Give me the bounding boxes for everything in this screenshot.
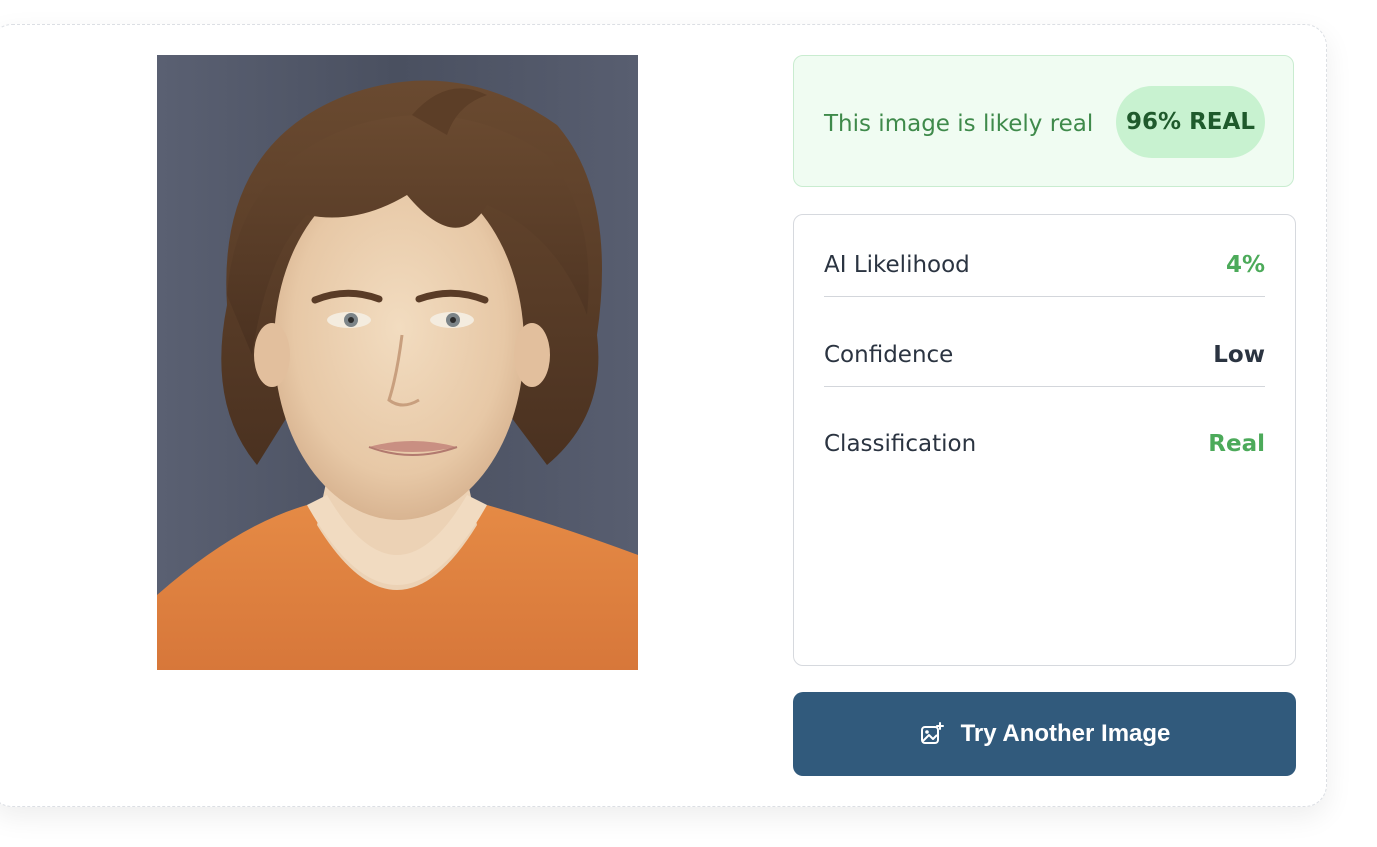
verdict-badge: 96% REAL [1116, 86, 1265, 158]
stat-row-confidence: Confidence Low [824, 335, 1265, 387]
stat-value: Real [1208, 431, 1265, 457]
verdict-banner: This image is likely real 96% REAL [793, 55, 1294, 187]
try-another-image-button[interactable]: Try Another Image [793, 692, 1296, 776]
try-another-image-content: Try Another Image [793, 692, 1296, 776]
portrait-illustration [157, 55, 638, 670]
stats-panel: AI Likelihood 4% Confidence Low Classifi… [793, 214, 1296, 666]
stat-label: Classification [824, 431, 977, 457]
try-another-image-label: Try Another Image [960, 720, 1171, 747]
image-add-icon [919, 721, 945, 747]
verdict-text: This image is likely real [824, 111, 1094, 137]
stat-label: AI Likelihood [824, 252, 970, 278]
stat-row-classification: Classification Real [824, 424, 1265, 464]
stat-label: Confidence [824, 342, 954, 368]
stat-value: 4% [1225, 252, 1265, 278]
uploaded-image [157, 55, 638, 670]
stat-value: Low [1213, 342, 1265, 368]
page: This image is likely real 96% REAL AI Li… [0, 0, 1377, 847]
stat-row-ai-likelihood: AI Likelihood 4% [824, 245, 1265, 297]
